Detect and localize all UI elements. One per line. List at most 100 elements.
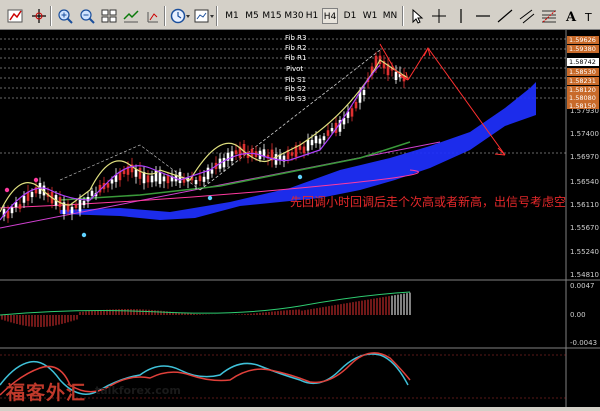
macd-tick-bottom: -0.0043 — [570, 339, 597, 347]
price-tags: 1.59626 1.59380 1.58742 1.58530 1.58231 … — [567, 36, 599, 110]
price-tag-3: 1.58742 — [569, 58, 596, 66]
price-tag-5: 1.58231 — [569, 77, 596, 85]
price-tick-4: 1.56540 — [570, 178, 599, 186]
text-tool-icon[interactable]: A — [560, 6, 580, 25]
timeframe-m15[interactable]: M15 — [262, 8, 282, 24]
candle-body — [302, 146, 306, 154]
candle-body — [350, 108, 354, 117]
crosshair-tool-icon[interactable] — [428, 6, 448, 24]
toolbar: M1 M5 M15 M30 H1 H4 D1 W1 MN A T — [0, 0, 600, 30]
tile-windows-icon[interactable] — [98, 6, 118, 24]
fibonacci-icon[interactable] — [538, 6, 558, 24]
timeframe-w1[interactable]: W1 — [362, 8, 378, 24]
candle-body — [106, 183, 110, 188]
candle-body — [78, 199, 82, 212]
candle-body — [30, 191, 34, 198]
fib-r2-label: Fib R2 — [285, 44, 306, 52]
fib-r1-label: Fib R1 — [285, 54, 306, 62]
candle-body — [230, 151, 234, 162]
candle-body — [194, 180, 198, 185]
macd-tick-top: 0.0047 — [570, 282, 595, 290]
timeframe-d1[interactable]: D1 — [343, 8, 357, 24]
price-tag-1: 1.59626 — [569, 36, 596, 44]
price-tick-7: 1.55240 — [570, 248, 599, 256]
candle-body — [298, 145, 302, 150]
candle-body — [146, 175, 150, 183]
price-tag-7: 1.58080 — [569, 94, 596, 102]
candle-body — [74, 204, 78, 209]
price-tag-2: 1.59380 — [569, 45, 596, 53]
price-tick-8: 1.54810 — [570, 271, 599, 279]
candle-body — [306, 139, 310, 151]
candle-body — [310, 139, 314, 146]
zoom-out-icon[interactable] — [76, 6, 96, 24]
candle-body — [70, 206, 74, 214]
candle-body — [362, 89, 366, 96]
candle-body — [22, 195, 26, 203]
watermark: 福客外汇 talkforex.com — [0, 376, 190, 406]
zoom-in-icon[interactable] — [54, 6, 74, 24]
equidistant-channel-icon[interactable] — [516, 6, 536, 24]
price-tick-3: 1.56970 — [570, 153, 599, 161]
fib-s2-label: Fib S2 — [285, 85, 306, 93]
fib-s3-label: Fib S3 — [285, 95, 306, 103]
cursor-arrow-icon[interactable] — [406, 6, 426, 24]
timeframe-mn[interactable]: MN — [382, 8, 398, 24]
timeframe-h4[interactable]: H4 — [322, 8, 338, 24]
candle-body — [90, 190, 94, 196]
timeframe-m30[interactable]: M30 — [284, 8, 304, 24]
candle-body — [318, 138, 322, 144]
fib-s1-label: Fib S1 — [285, 76, 306, 84]
pivot-label: Pivot — [286, 65, 303, 73]
candle-body — [210, 169, 214, 174]
autoscroll-icon[interactable] — [142, 6, 162, 24]
candle-body — [326, 130, 330, 136]
crosshair-icon[interactable] — [28, 6, 48, 24]
price-tick-2: 1.57400 — [570, 130, 599, 138]
macd-tick-zero: 0.00 — [570, 311, 586, 319]
candle-body — [10, 207, 14, 214]
candle-body — [290, 152, 294, 156]
chart-canvas[interactable]: Fib R3 Fib R2 Fib R1 Pivot Fib S1 Fib S2… — [0, 30, 600, 407]
candle-body — [198, 175, 202, 182]
candle-body — [354, 101, 358, 109]
candle-body — [206, 167, 210, 180]
line-studies-icon[interactable] — [4, 6, 24, 24]
price-tag-8: 1.58150 — [569, 102, 596, 110]
candle-body — [314, 136, 318, 144]
candle-body — [202, 176, 206, 182]
candle-body — [234, 150, 238, 155]
candle-body — [222, 157, 226, 168]
chart-shift-icon[interactable] — [120, 6, 140, 24]
candle-body — [394, 71, 398, 81]
chart-window[interactable]: Fib R3 Fib R2 Fib R1 Pivot Fib S1 Fib S2… — [0, 30, 600, 407]
timeframe-m1[interactable]: M1 — [224, 8, 240, 24]
timeframe-h1[interactable]: H1 — [305, 8, 319, 24]
analysis-note: 先回调小时回调后走个次高或者新高，出信号考虑空 — [289, 195, 566, 209]
price-tick-6: 1.55670 — [570, 224, 599, 232]
candle-body — [86, 196, 90, 202]
timeframe-m5[interactable]: M5 — [244, 8, 260, 24]
candle-body — [150, 175, 154, 183]
candle-body — [82, 200, 86, 206]
candle-body — [18, 204, 22, 209]
trendline-icon[interactable] — [494, 6, 514, 24]
price-tag-4: 1.58530 — [569, 68, 596, 76]
candle-body — [166, 175, 170, 184]
watermark-url: talkforex.com — [95, 384, 181, 397]
candle-body — [330, 128, 334, 132]
label-tool-icon[interactable]: T — [580, 6, 600, 24]
svg-text:A: A — [565, 10, 577, 25]
templates-icon[interactable] — [192, 6, 214, 24]
horizontal-line-icon[interactable] — [472, 6, 492, 24]
candle-body — [162, 176, 166, 182]
candle-body — [322, 136, 326, 141]
candle-body — [134, 169, 138, 177]
periods-clock-icon[interactable] — [168, 6, 190, 24]
watermark-brand: 福客外汇 — [6, 382, 87, 404]
candle-body — [110, 179, 114, 184]
vertical-line-icon[interactable] — [450, 6, 470, 24]
candle-body — [138, 167, 142, 179]
price-tag-6: 1.58120 — [569, 86, 596, 94]
svg-text:T: T — [584, 11, 592, 24]
